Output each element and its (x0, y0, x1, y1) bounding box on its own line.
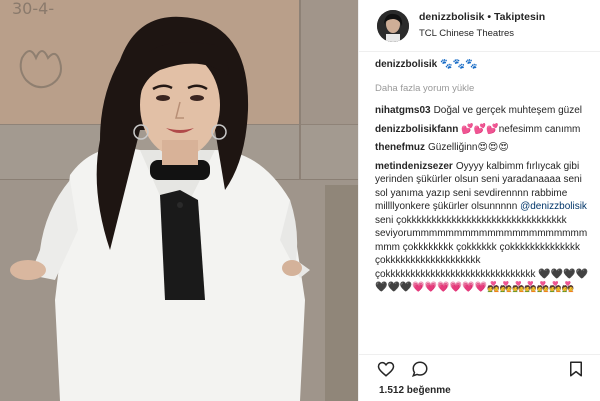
post-photo[interactable]: 30-4- (0, 0, 358, 401)
comments-section: denizzbolisik 🐾🐾🐾 Daha fazla yorum yükle … (375, 58, 589, 354)
comment-item: denizzbolisikfann 💕💕💕nefesimm canımm (375, 123, 589, 137)
comment-text-continued: seni çokkkkkkkkkkkkkkkkkkkkkkkkkkkkkkkk … (375, 214, 589, 294)
location-link[interactable]: TCL Chinese Theatres (419, 28, 514, 39)
header-user-line: denizzbolisik • Takiptesin (419, 11, 545, 23)
comment-mention[interactable]: @denizzbolisik (520, 201, 587, 212)
comment-text: 💕💕💕nefesimm canımm (461, 123, 581, 135)
comment-item: nihatgms03 Doğal ve gerçek muhteşem güzel (375, 104, 589, 118)
comment-username[interactable]: denizzbolisikfann (375, 124, 458, 135)
heart-icon[interactable] (377, 360, 395, 378)
post-header: denizzbolisik • Takiptesin TCL Chinese The… (359, 0, 600, 52)
comment-username[interactable]: metindenizsezer (375, 161, 453, 172)
svg-text:30-4-: 30-4- (12, 0, 54, 18)
likes-count[interactable]: 1.512 beğenme (379, 385, 451, 396)
comment-icon[interactable] (411, 360, 429, 378)
caption-text: 🐾🐾🐾 (440, 59, 478, 70)
header-username[interactable]: denizzbolisik (419, 11, 484, 23)
follow-status[interactable]: Takiptesin (494, 11, 545, 23)
post-caption: denizzbolisik 🐾🐾🐾 (375, 58, 589, 72)
post-actions: 1.512 beğenme (359, 354, 600, 401)
comment-text: Doğal ve gerçek muhteşem güzel (433, 105, 582, 116)
photo-drawing: 30-4- (0, 0, 358, 401)
separator-dot: • (487, 11, 492, 23)
profile-avatar[interactable] (377, 10, 409, 42)
load-more-comments[interactable]: Daha fazla yorum yükle (375, 82, 589, 96)
comment-username[interactable]: thenefmuz (375, 142, 425, 153)
avatar-image (377, 10, 409, 42)
comment-item: metindenizsezer Oyyyy kalbimm fırlıycak g… (375, 160, 589, 295)
bookmark-icon[interactable] (567, 360, 585, 378)
comment-item: thenefmuz Güzelliğinn😍😍😍 (375, 141, 589, 155)
comment-text: Güzelliğinn😍😍😍 (428, 142, 509, 153)
post-sidebar: denizzbolisik • Takiptesin TCL Chinese The… (358, 0, 600, 401)
caption-username[interactable]: denizzbolisik (375, 59, 437, 70)
comment-username[interactable]: nihatgms03 (375, 105, 431, 116)
